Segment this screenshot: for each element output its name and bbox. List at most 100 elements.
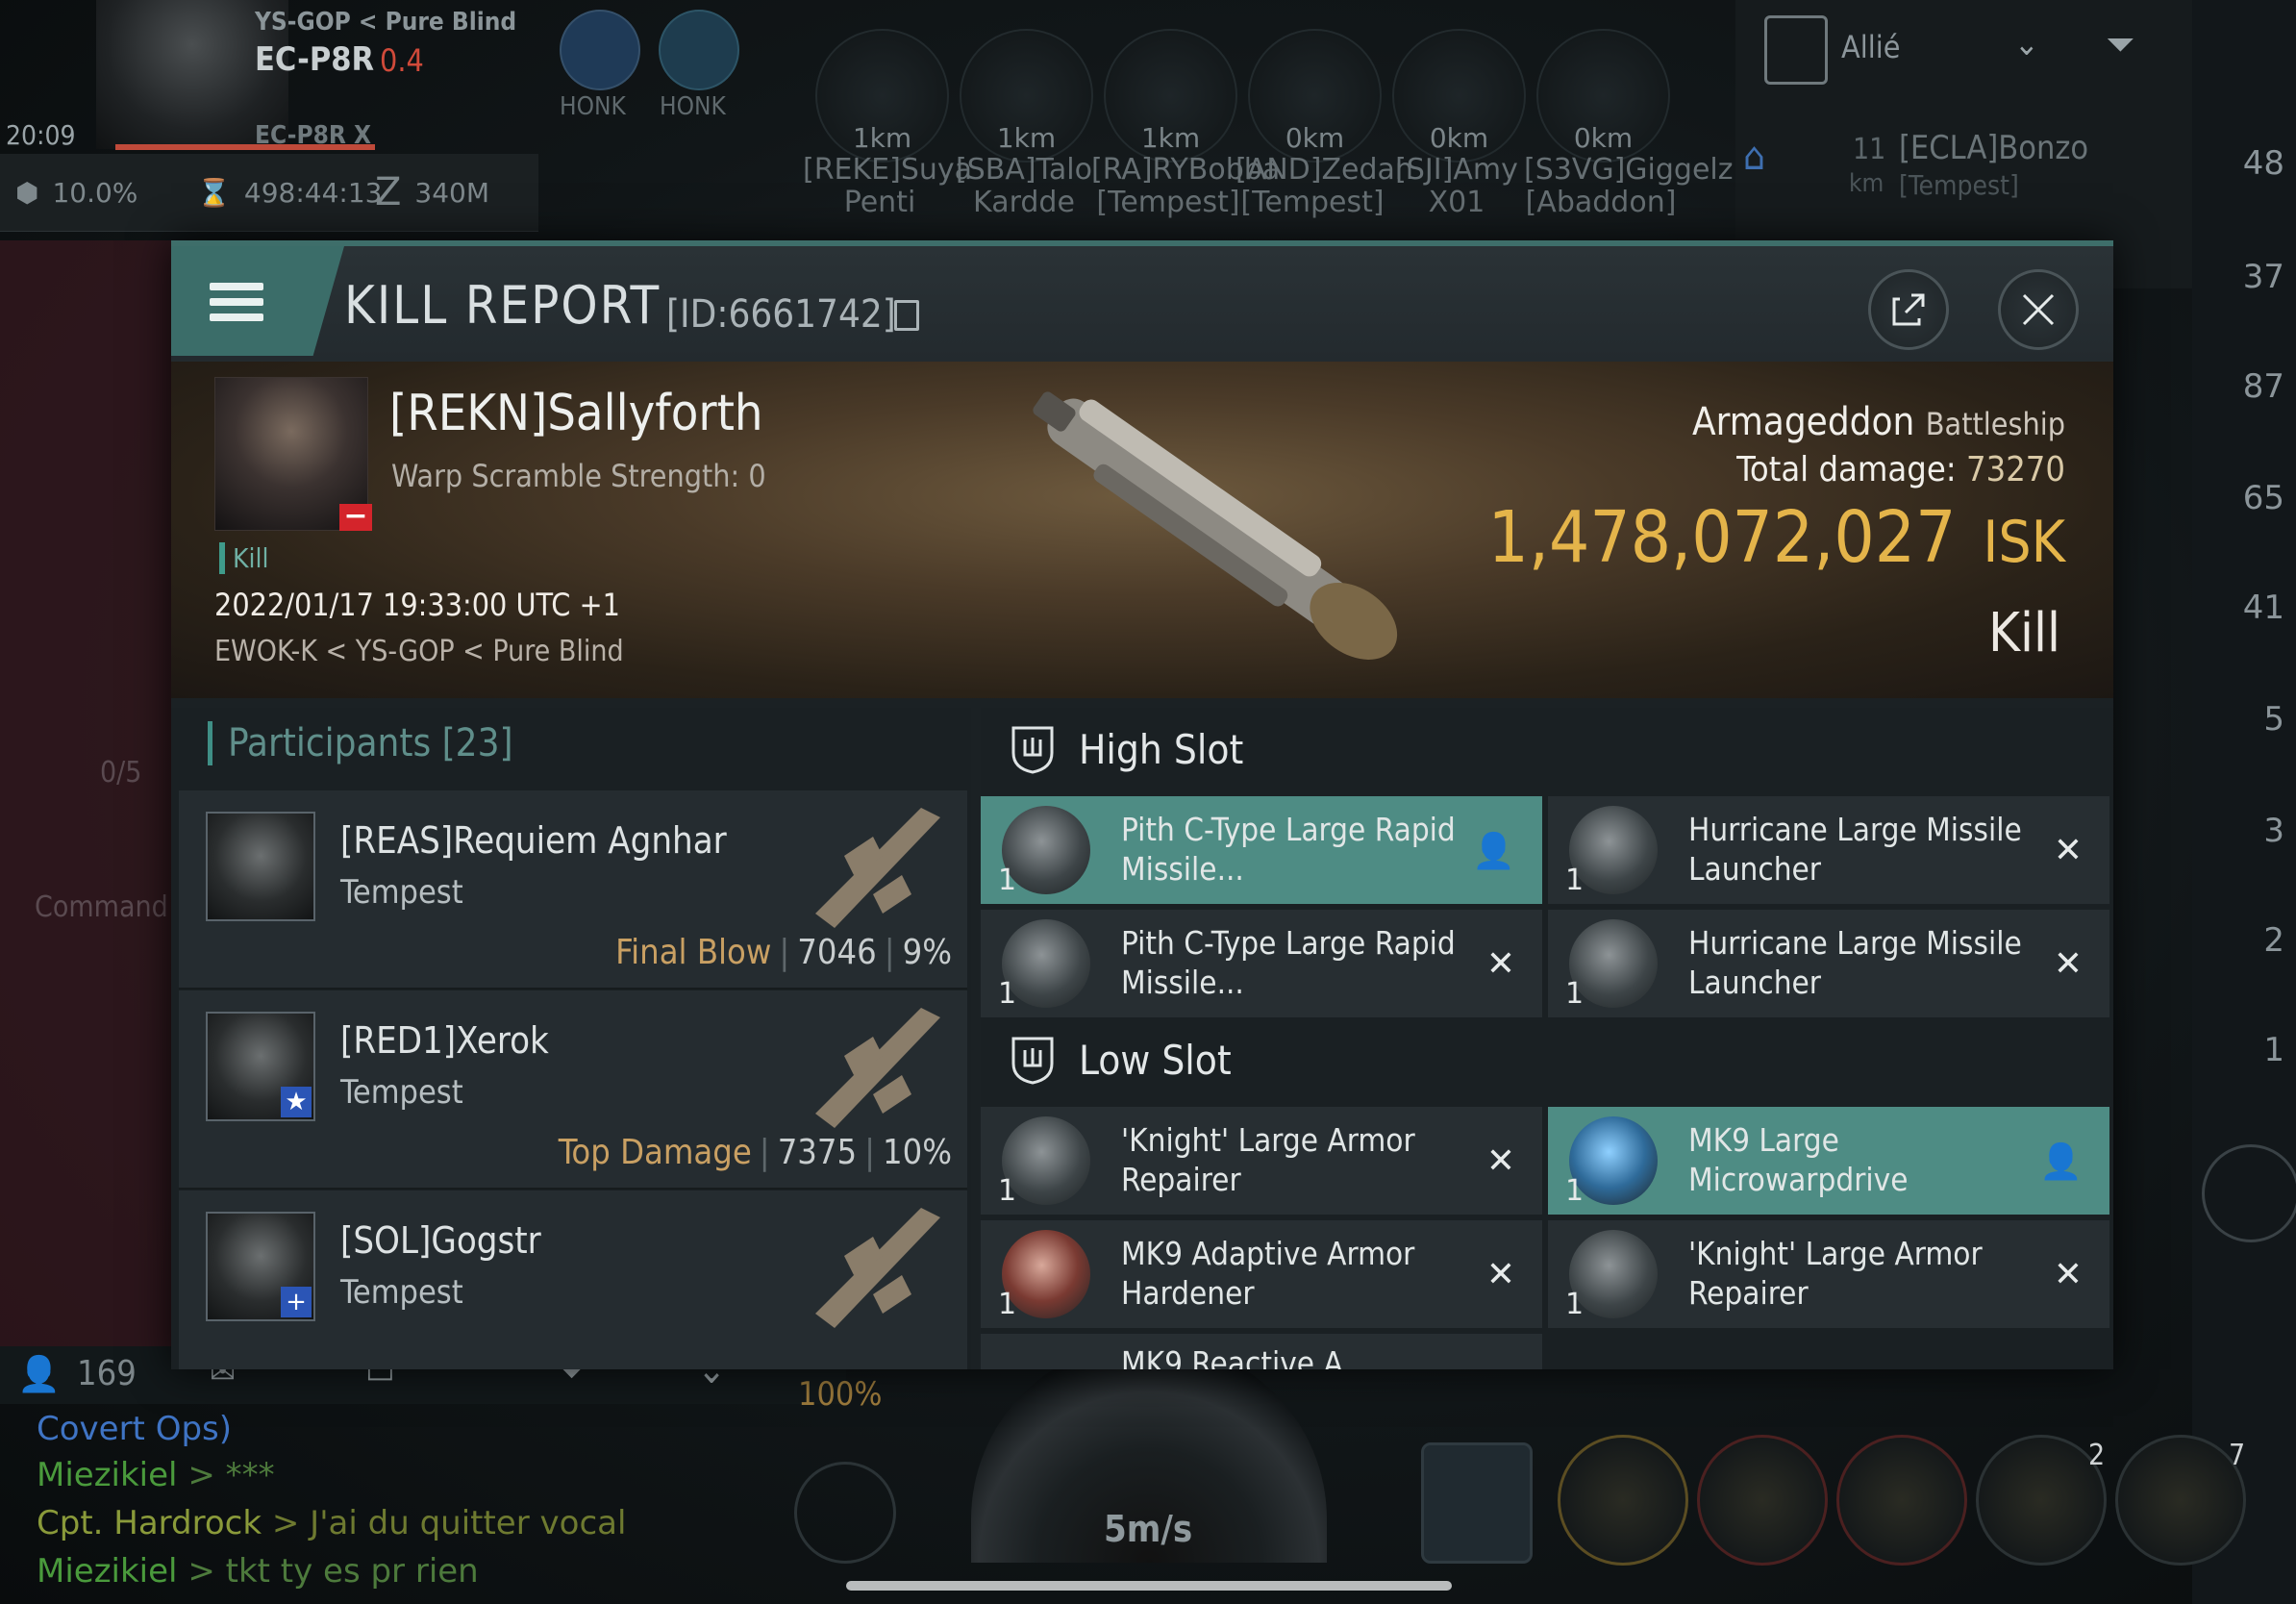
x-icon: ✕ (1485, 944, 1515, 984)
participant-row[interactable]: [REAS]Requiem Agnhar Tempest Final Blow |… (179, 790, 967, 990)
member-distance: 1km (996, 122, 1057, 154)
person-icon[interactable]: 👤 (17, 1354, 61, 1394)
fleet-member-slot[interactable]: 1km (960, 29, 1093, 163)
medkit-icon[interactable] (1421, 1442, 1533, 1564)
drone-slot[interactable] (1976, 1435, 2107, 1566)
fleet-hawk-icon[interactable] (560, 10, 640, 90)
ship-name[interactable]: Armageddon Battleship (1692, 400, 2065, 444)
shield-slot-icon (1011, 1037, 1054, 1085)
module-name: 'Knight' Large Armor Repairer (1121, 1121, 1415, 1198)
sidebar-count[interactable]: 41 (2243, 589, 2284, 627)
overview-settings-icon[interactable] (1764, 15, 1828, 85)
participant-row[interactable]: + [SOL]Gogstr Tempest (179, 1190, 967, 1369)
chat-author[interactable]: Covert Ops) (37, 1410, 232, 1448)
fleet-member-slot[interactable]: 1km (815, 29, 949, 163)
module-item[interactable]: 1 'Knight' Large Armor Repairer ✕ (981, 1107, 1542, 1215)
module-item[interactable]: 1 Hurricane Large Missile Launcher ✕ (1548, 796, 2109, 904)
module-item[interactable]: 1 MK9 Adaptive Armor Hardener ✕ (981, 1220, 1542, 1328)
x-icon: ✕ (2053, 944, 2083, 984)
chevron-down-icon[interactable]: ⌄ (2014, 25, 2039, 63)
sidebar-count[interactable]: 48 (2243, 144, 2284, 183)
chat-author[interactable]: Miezikiel (37, 1456, 178, 1494)
module-name: Hurricane Large Missile Launcher (1688, 811, 2022, 888)
clock: 20:09 (6, 119, 76, 151)
sidebar-count[interactable]: 1 (2263, 1031, 2284, 1069)
module-name: 'Knight' Large Armor Repairer (1688, 1235, 1983, 1312)
participant-row[interactable]: ★ [RED1]Xerok Tempest Top Damage | 7375 | 10… (179, 990, 967, 1190)
participant-avatar (206, 812, 315, 921)
left-label: Command (35, 890, 168, 924)
kill-report-window: KILL REPORT [ID:6661742] − [REKN]Sallyfo… (171, 240, 2113, 1369)
member-name: [SBA]Talo Kardde (956, 153, 1092, 219)
camera-icon[interactable] (794, 1462, 896, 1564)
chat-message: Cpt. Hardrock > J'ai du quitter vocal (37, 1504, 626, 1542)
entry-ship: [Tempest] (1899, 169, 2019, 201)
member-distance: 1km (852, 122, 912, 154)
home-indicator[interactable] (846, 1581, 1452, 1591)
top-damage-tag: Top Damage (558, 1133, 752, 1172)
share-icon (1892, 293, 1925, 326)
module-badge: 2 (2088, 1439, 2106, 1472)
timer-status[interactable]: ⌛ 498:44:13 (197, 154, 382, 231)
drone-slot[interactable] (2115, 1435, 2246, 1566)
entry-name[interactable]: [ECLA]Bonzo (1899, 129, 2088, 167)
x-icon: ✕ (1485, 1141, 1515, 1181)
module-slot[interactable] (1836, 1435, 1967, 1566)
module-name: MK9 Large Microwarpdrive (1688, 1121, 1909, 1198)
tempest-icon (815, 808, 940, 928)
menu-icon[interactable] (171, 246, 344, 356)
fleet-member-slot[interactable]: 0km (1536, 29, 1670, 163)
plus-icon: + (281, 1287, 312, 1317)
range-status[interactable]: Z 340M (375, 154, 529, 231)
cargo-status[interactable]: ⬢ 10.0% (15, 154, 179, 231)
sidebar-count[interactable]: 87 (2243, 367, 2284, 406)
participant-percent: 9% (902, 933, 952, 972)
sidebar-count[interactable]: 3 (2263, 812, 2284, 850)
share-button[interactable] (1868, 269, 1949, 350)
close-button[interactable] (1998, 269, 2079, 350)
module-item[interactable]: 1 Pith C-Type Large Rapid Missile... 👤 (981, 796, 1542, 904)
module-item[interactable]: 1 Hurricane Large Missile Launcher ✕ (1548, 910, 2109, 1017)
overview-filter[interactable]: Allié (1841, 29, 1900, 65)
module-item[interactable]: 1 Pith C-Type Large Rapid Missile... ✕ (981, 910, 1542, 1017)
module-slot[interactable] (1558, 1435, 1688, 1566)
member-distance: 0km (1285, 122, 1345, 154)
fleet-member-slot[interactable]: 0km (1392, 29, 1526, 163)
system-name[interactable]: EC-P8R (255, 40, 374, 79)
close-icon (2022, 293, 2055, 326)
fitting-panel: High Slot 1 Pith C-Type Large Rapid Miss… (981, 708, 2113, 1369)
hp-bar (115, 144, 375, 150)
chat-author[interactable]: Miezikiel (37, 1552, 178, 1591)
module-slot[interactable] (1697, 1435, 1828, 1566)
participants-header[interactable]: Participants [23] (208, 721, 513, 765)
entry-distance: 11 (1853, 133, 1886, 166)
sidebar-count[interactable]: 65 (2243, 479, 2284, 517)
fleet-member-slot[interactable]: 0km (1248, 29, 1382, 163)
fleet-member-slot[interactable]: 1km (1104, 29, 1237, 163)
module-item[interactable]: MK9 Reactive A... (981, 1334, 1542, 1369)
module-item[interactable]: 1 'Knight' Large Armor Repairer ✕ (1548, 1220, 2109, 1328)
fleet-wing-icon[interactable] (659, 10, 739, 90)
victim-name[interactable]: [REKN]Sallyforth (389, 385, 763, 442)
swap-icon[interactable] (2202, 1144, 2296, 1242)
module-badge: 7 (2229, 1439, 2246, 1472)
copy-icon[interactable] (894, 300, 919, 331)
sidebar-count[interactable]: 37 (2243, 258, 2284, 296)
module-name: MK9 Reactive A... (1121, 1344, 1370, 1369)
cube-icon: ⬢ (15, 176, 39, 209)
add-watch-icon[interactable]: ⌂ (1743, 135, 1765, 179)
module-qty: 1 (1565, 1174, 1585, 1208)
chat-text: > tkt ty es pr rien (187, 1552, 479, 1591)
standing-badge: − (339, 502, 372, 531)
chat-message: Covert Ops) (37, 1410, 232, 1448)
sidebar-count[interactable]: 2 (2263, 921, 2284, 960)
high-slot-label: High Slot (1079, 725, 1244, 773)
security-status: 0.4 (380, 42, 424, 79)
kill-location[interactable]: EWOK-K < YS-GOP < Pure Blind (214, 635, 624, 668)
sidebar-count[interactable]: 5 (2263, 700, 2284, 739)
module-item[interactable]: 1 MK9 Large Microwarpdrive 👤 (1548, 1107, 2109, 1215)
filter-icon[interactable]: ⏷ (2106, 23, 2134, 66)
left-counter: 0/5 (100, 756, 142, 789)
chat-author[interactable]: Cpt. Hardrock (37, 1504, 262, 1542)
low-slot-label: Low Slot (1079, 1036, 1232, 1084)
